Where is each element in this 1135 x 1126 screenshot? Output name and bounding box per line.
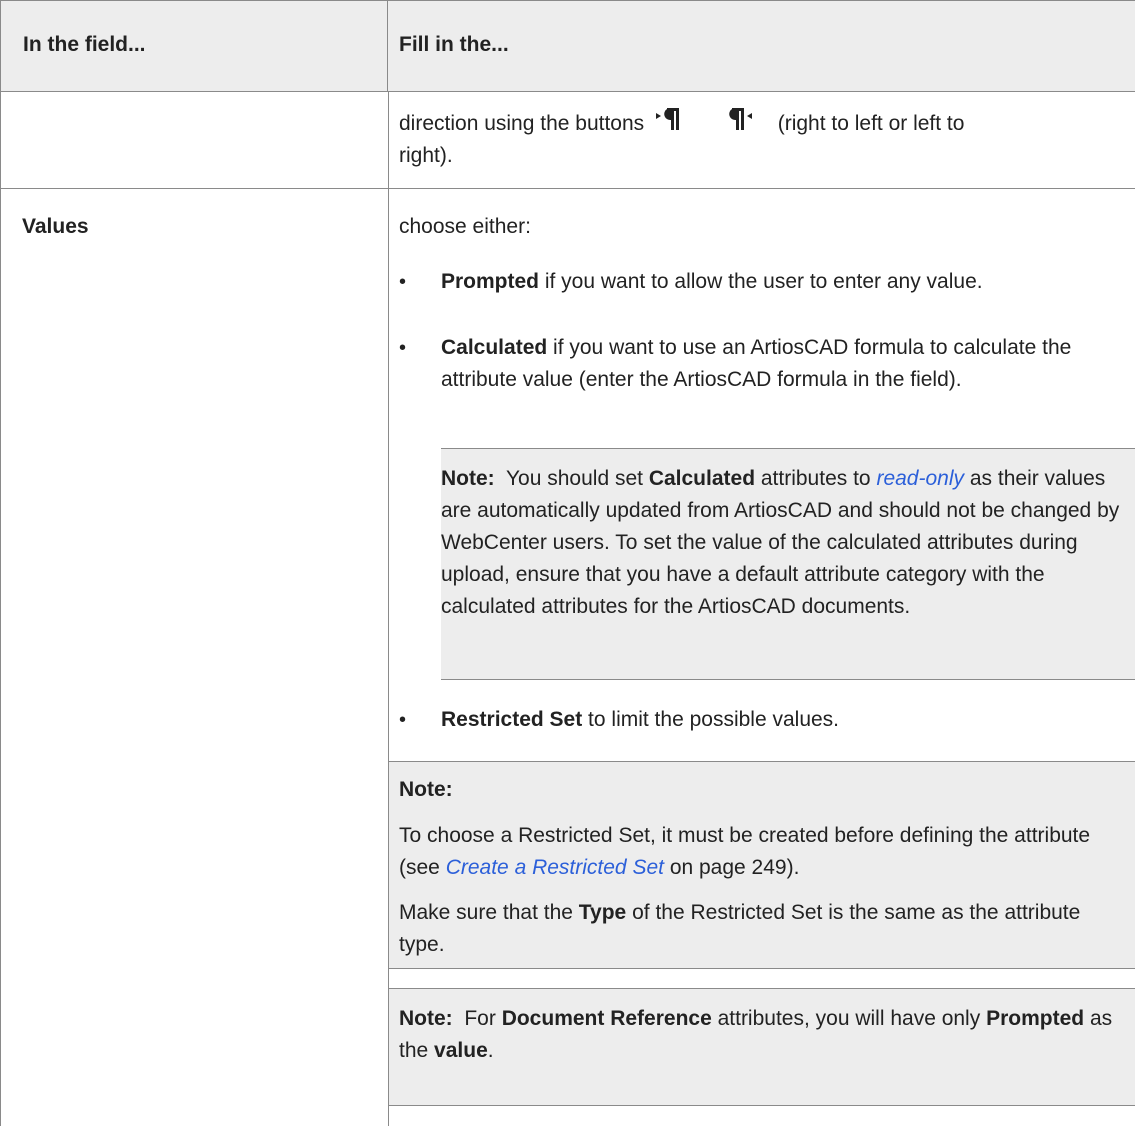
header-fill-column: Fill in the... [399,33,509,56]
note-bold-document-reference: Document Reference [501,1007,712,1030]
option-prompted: Prompted [441,270,540,293]
table-column-divider [388,91,389,1126]
bullet-icon: • [399,271,407,293]
option-restricted-set: Restricted Set [441,708,583,731]
field-name-values: Values [22,215,89,238]
note-text: attributes, you will have only [717,1007,981,1030]
option-calculated: Calculated [441,336,548,359]
note-calculated: Note: You should set Calculated attribut… [441,448,1135,680]
note-document-reference: Note: For Document Reference attributes,… [389,988,1135,1106]
note-label: Note: [399,1007,453,1030]
create-restricted-set-link[interactable]: Create a Restricted Set [446,856,664,879]
note-text: on page 249). [669,856,800,879]
note-text: Make sure that the [399,901,573,924]
table-left-border [0,91,1,1126]
attribute-fields-table: In the field... Fill in the... direction… [0,0,1135,1126]
direction-text: direction using the buttons [399,112,645,135]
note-bold-value: value [434,1039,488,1062]
note-bold-calculated: Calculated [648,467,756,490]
note-paragraph: To choose a Restricted Set, it must be c… [399,820,1129,884]
direction-text-tail: (right to left or left to [777,112,965,135]
bullet-icon: • [399,337,407,359]
note-bold-type: Type [578,901,627,924]
note-paragraph: Make sure that the Type of the Restricte… [399,897,1129,961]
option-prompted-desc: if you want to allow the user to enter a… [539,270,983,293]
note-text: You should set [505,467,643,490]
note-restricted-set: Note: To choose a Restricted Set, it mus… [389,761,1135,969]
bullet-icon: • [399,709,407,731]
values-intro: choose either: [399,215,531,238]
note-text: For [464,1007,496,1030]
paragraph-rtl-icon[interactable] [654,108,714,136]
paragraph-ltr-icon[interactable] [728,108,768,136]
note-label: Note: [399,778,453,801]
table-header-row: In the field... Fill in the... [0,0,1135,92]
direction-description: direction using the buttons (right to le… [399,108,1119,172]
note-text: attributes to [760,467,871,490]
direction-text-end: right). [399,144,453,167]
header-field-column: In the field... [0,1,388,91]
note-label: Note: [441,467,495,490]
read-only-link[interactable]: read-only [876,467,964,490]
option-restricted-desc: to limit the possible values. [582,708,840,731]
note-text: . [487,1039,494,1062]
note-bold-prompted: Prompted [986,1007,1085,1030]
